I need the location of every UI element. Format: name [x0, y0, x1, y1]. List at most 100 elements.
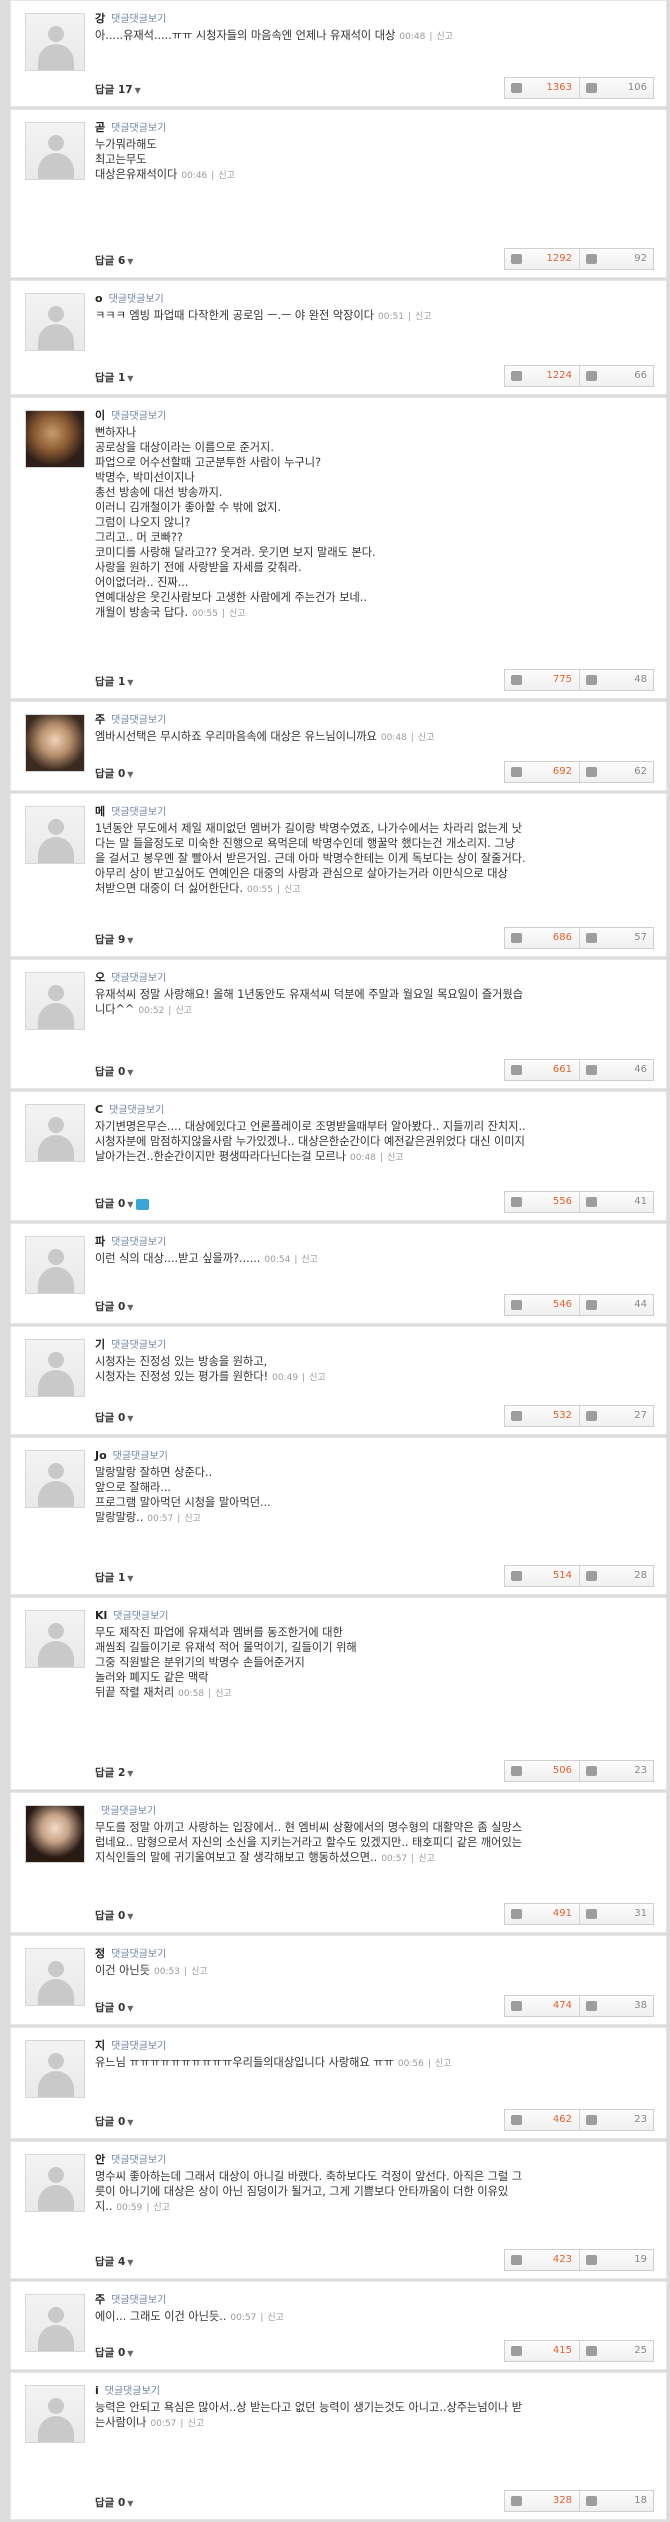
author-name[interactable]: Jo 댓글댓글보기 [95, 1447, 168, 1462]
chevron-down-icon[interactable]: ▼ [127, 1912, 133, 1921]
downvote-button[interactable]: 106 [580, 78, 654, 98]
blog-link[interactable]: 댓글댓글보기 [109, 294, 164, 305]
author-name[interactable]: 지 댓글댓글보기 [95, 2037, 166, 2053]
reply-button[interactable]: 답글 0 ▼ [95, 1908, 133, 1923]
chevron-down-icon[interactable]: ▼ [127, 678, 133, 687]
upvote-button[interactable]: 1224 [505, 366, 580, 386]
author-name[interactable]: o 댓글댓글보기 [95, 290, 164, 305]
author-name[interactable]: 정 댓글댓글보기 [95, 1945, 166, 1961]
avatar[interactable] [25, 1450, 85, 1508]
downvote-button[interactable]: 66 [580, 366, 654, 386]
reply-button[interactable]: 답글 1 ▼ [95, 674, 133, 689]
chevron-down-icon[interactable]: ▼ [127, 2258, 133, 2267]
reply-button[interactable]: 답글 17 ▼ [95, 82, 141, 97]
reply-button[interactable]: 답글 0 ▼ [95, 1410, 133, 1425]
reply-button[interactable]: 답글 1 ▼ [95, 1570, 133, 1585]
upvote-button[interactable]: 692 [505, 762, 580, 782]
chevron-down-icon[interactable]: ▼ [127, 2004, 133, 2013]
chevron-down-icon[interactable]: ▼ [127, 2349, 133, 2358]
report-link[interactable]: 신고 [387, 1153, 404, 1163]
author-name[interactable]: 기 댓글댓글보기 [95, 1336, 166, 1352]
reply-button[interactable]: 답글 9 ▼ [95, 932, 133, 947]
upvote-button[interactable]: 474 [505, 1996, 580, 2016]
author-name-text[interactable]: 메 [95, 805, 105, 818]
upvote-button[interactable]: 514 [505, 1566, 580, 1586]
avatar[interactable] [25, 1948, 85, 2006]
blog-link[interactable]: 댓글댓글보기 [111, 14, 166, 25]
reply-button[interactable]: 답글 0 ▼ [95, 1299, 133, 1314]
report-link[interactable]: 신고 [184, 1514, 201, 1524]
blog-link[interactable]: 댓글댓글보기 [111, 973, 166, 984]
twitter-icon[interactable] [136, 1198, 150, 1210]
author-name-text[interactable]: Jo [95, 1449, 107, 1462]
report-link[interactable]: 신고 [309, 1373, 326, 1383]
author-name[interactable]: 오 댓글댓글보기 [95, 969, 166, 985]
downvote-button[interactable]: 44 [580, 1295, 654, 1315]
author-name-text[interactable]: 지 [95, 2039, 105, 2052]
avatar[interactable] [25, 972, 85, 1030]
avatar[interactable] [25, 1610, 85, 1668]
downvote-button[interactable]: 28 [580, 1566, 654, 1586]
upvote-button[interactable]: 556 [505, 1192, 580, 1212]
blog-link[interactable]: 댓글댓글보기 [111, 123, 166, 134]
downvote-button[interactable]: 25 [580, 2341, 654, 2361]
report-link[interactable]: 신고 [436, 32, 453, 42]
report-link[interactable]: 신고 [435, 2059, 452, 2069]
downvote-button[interactable]: 46 [580, 1060, 654, 1080]
reply-button[interactable]: 답글 0 ▼ [95, 1196, 150, 1211]
author-name[interactable]: 메 댓글댓글보기 [95, 803, 166, 819]
avatar[interactable] [25, 2385, 85, 2443]
report-link[interactable]: 신고 [187, 2419, 204, 2429]
report-link[interactable]: 신고 [418, 1854, 435, 1864]
upvote-button[interactable]: 415 [505, 2341, 580, 2361]
reply-button[interactable]: 답글 0 ▼ [95, 2114, 133, 2129]
author-name-text[interactable]: C [95, 1103, 103, 1116]
chevron-down-icon[interactable]: ▼ [127, 374, 133, 383]
downvote-button[interactable]: 23 [580, 2110, 654, 2130]
author-name[interactable]: 강 댓글댓글보기 [95, 10, 166, 26]
reply-button[interactable]: 답글 4 ▼ [95, 2254, 133, 2269]
author-name[interactable]: 댓글댓글보기 [95, 1802, 156, 1817]
blog-link[interactable]: 댓글댓글보기 [111, 2295, 166, 2306]
author-name-text[interactable]: 안 [95, 2153, 105, 2166]
avatar[interactable] [25, 410, 85, 468]
report-link[interactable]: 신고 [153, 2203, 170, 2213]
downvote-button[interactable]: 41 [580, 1192, 654, 1212]
author-name-text[interactable]: 파 [95, 1235, 105, 1248]
upvote-button[interactable]: 661 [505, 1060, 580, 1080]
upvote-button[interactable]: 532 [505, 1406, 580, 1426]
avatar[interactable] [25, 13, 85, 71]
downvote-button[interactable]: 92 [580, 249, 654, 269]
chevron-down-icon[interactable]: ▼ [135, 86, 141, 95]
downvote-button[interactable]: 38 [580, 1996, 654, 2016]
upvote-button[interactable]: 462 [505, 2110, 580, 2130]
upvote-button[interactable]: 775 [505, 670, 580, 690]
report-link[interactable]: 신고 [301, 1255, 318, 1265]
reply-button[interactable]: 답글 6 ▼ [95, 253, 133, 268]
downvote-button[interactable]: 57 [580, 928, 654, 948]
report-link[interactable]: 신고 [191, 1967, 208, 1977]
upvote-button[interactable]: 328 [505, 2491, 580, 2511]
upvote-button[interactable]: 506 [505, 1761, 580, 1781]
reply-button[interactable]: 답글 0 ▼ [95, 1064, 133, 1079]
avatar[interactable] [25, 2154, 85, 2212]
author-name-text[interactable]: 주 [95, 2293, 105, 2306]
blog-link[interactable]: 댓글댓글보기 [113, 1611, 168, 1622]
upvote-button[interactable]: 423 [505, 2250, 580, 2270]
blog-link[interactable]: 댓글댓글보기 [111, 807, 166, 818]
blog-link[interactable]: 댓글댓글보기 [111, 1237, 166, 1248]
chevron-down-icon[interactable]: ▼ [127, 770, 133, 779]
blog-link[interactable]: 댓글댓글보기 [113, 1451, 168, 1462]
report-link[interactable]: 신고 [267, 2313, 284, 2323]
author-name-text[interactable]: 곧 [95, 121, 105, 134]
blog-link[interactable]: 댓글댓글보기 [111, 715, 166, 726]
author-name-text[interactable]: i [95, 2384, 99, 2397]
downvote-button[interactable]: 48 [580, 670, 654, 690]
chevron-down-icon[interactable]: ▼ [127, 1303, 133, 1312]
chevron-down-icon[interactable]: ▼ [127, 1769, 133, 1778]
author-name-text[interactable]: 기 [95, 1338, 105, 1351]
chevron-down-icon[interactable]: ▼ [127, 257, 133, 266]
report-link[interactable]: 신고 [215, 1689, 232, 1699]
chevron-down-icon[interactable]: ▼ [127, 2118, 133, 2127]
blog-link[interactable]: 댓글댓글보기 [111, 2041, 166, 2052]
